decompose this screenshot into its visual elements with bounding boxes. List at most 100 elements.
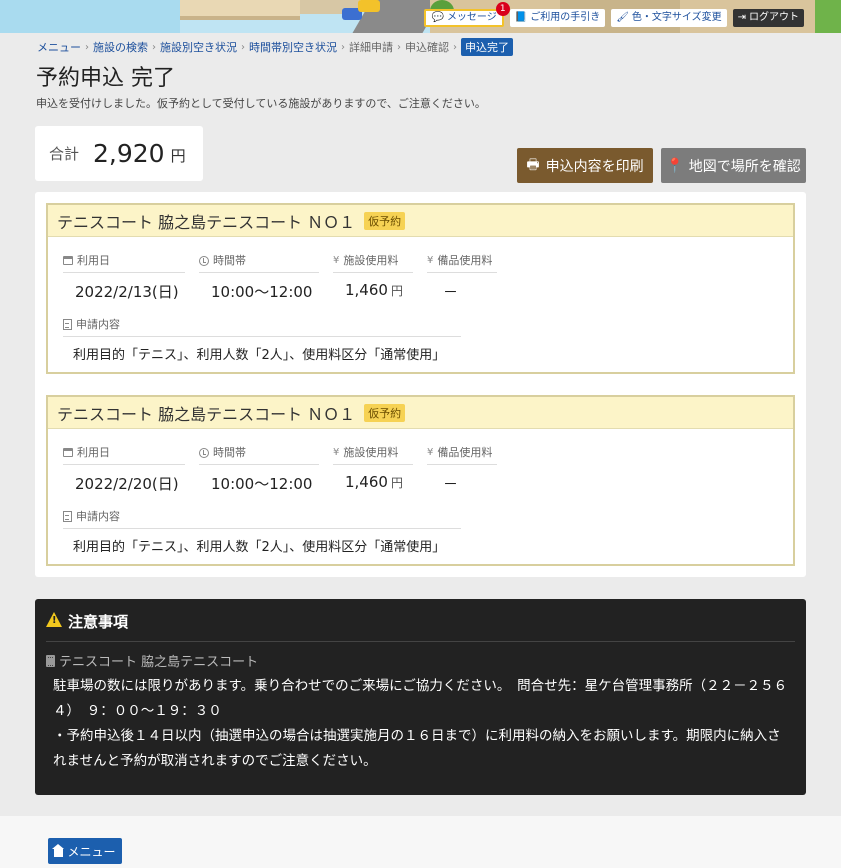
display-settings-label: 色・文字サイズ変更 xyxy=(631,12,722,23)
facility-fee-value: 1,460 xyxy=(345,281,388,299)
page-title: 予約申込 完了 xyxy=(36,66,175,91)
time-value: 10:00〜12:00 xyxy=(211,283,313,301)
messages-label: メッセージ xyxy=(446,12,497,23)
content-label: 申請内容 xyxy=(76,317,120,331)
document-icon xyxy=(63,319,72,330)
book-icon: 📘 xyxy=(514,12,528,23)
warning-icon xyxy=(46,612,62,627)
date-label: 利用日 xyxy=(77,253,110,267)
total-unit: 円 xyxy=(170,147,186,165)
breadcrumb-separator: › xyxy=(85,41,89,53)
print-label: 申込内容を印刷 xyxy=(545,158,644,175)
map-button[interactable]: 📍 地図で場所を確認 xyxy=(661,148,806,183)
breadcrumb-separator: › xyxy=(453,41,457,53)
calendar-icon xyxy=(63,448,73,457)
guide-label: ご利用の手引き xyxy=(530,12,601,23)
printer-icon: 🖶 xyxy=(526,156,540,173)
map-marker-icon: 📍 xyxy=(666,157,684,174)
facility-fee-label: 施設使用料 xyxy=(343,445,399,459)
reservation-card: テニスコート 脇之島テニスコート ＮＯ１ 仮予約 利用日 2022/2/20(日… xyxy=(46,395,795,566)
total-label: 合計 xyxy=(49,145,80,163)
clock-icon xyxy=(199,255,209,266)
equipment-fee-value: － xyxy=(443,283,459,301)
logout-label: ログアウト xyxy=(749,12,799,23)
building-icon xyxy=(46,654,55,667)
date-field: 利用日 2022/2/20(日) xyxy=(63,441,185,494)
facility-fee-label: 施設使用料 xyxy=(343,253,399,267)
footer xyxy=(0,816,841,868)
yen-icon: ¥ xyxy=(427,254,434,266)
logout-icon: ⇥ xyxy=(737,12,746,23)
date-value: 2022/2/20(日) xyxy=(75,475,179,493)
breadcrumb-time-availability[interactable]: 時間帯別空き状況 xyxy=(249,39,337,55)
banner-tree xyxy=(815,0,841,33)
equipment-fee-label: 備品使用料 xyxy=(437,253,493,267)
breadcrumb-facility-search[interactable]: 施設の検索 xyxy=(93,39,148,55)
yen-icon: ¥ xyxy=(333,254,340,266)
home-icon xyxy=(52,843,65,857)
time-field: 時間帯 10:00〜12:00 xyxy=(199,249,319,302)
breadcrumb-confirm: 申込確認 xyxy=(405,41,449,54)
messages-button[interactable]: 💬 メッセージ 1 xyxy=(424,2,510,27)
equipment-fee-value: － xyxy=(443,475,459,493)
notice-facility-name: テニスコート 脇之島テニスコート xyxy=(59,655,259,670)
yen-unit: 円 xyxy=(390,284,403,298)
breadcrumb-current: 申込完了 xyxy=(461,38,513,56)
banner-car xyxy=(358,0,380,12)
display-settings-button[interactable]: 🖌 色・文字サイズ変更 xyxy=(611,9,727,27)
total-box: 合計 2,920 円 xyxy=(35,126,203,181)
menu-label: メニュー xyxy=(67,844,116,859)
date-value: 2022/2/13(日) xyxy=(75,283,179,301)
yen-icon: ¥ xyxy=(333,446,340,458)
facility-fee-value: 1,460 xyxy=(345,473,388,491)
notice-facility: テニスコート 脇之島テニスコート xyxy=(46,651,258,670)
status-badge: 仮予約 xyxy=(364,403,406,422)
document-icon xyxy=(63,511,72,522)
breadcrumb-separator: › xyxy=(397,41,401,53)
notice-line: ・予約申込後１４日以内（抽選申込の場合は抽選実施月の１６日まで）に利用料の納入を… xyxy=(53,728,781,769)
top-nav: 💬 メッセージ 1 📘 ご利用の手引き 🖌 色・文字サイズ変更 ⇥ ログアウト xyxy=(424,2,804,27)
map-label: 地図で場所を確認 xyxy=(688,158,801,175)
date-label: 利用日 xyxy=(77,445,110,459)
menu-button[interactable]: メニュー xyxy=(48,838,122,864)
notice-body: 駐車場の数には限りがあります。乗り合わせでのご来場にご協力ください。 問合せ先：… xyxy=(53,674,793,774)
time-label: 時間帯 xyxy=(213,253,246,267)
facility-name: テニスコート 脇之島テニスコート ＮＯ１ xyxy=(57,404,356,424)
breadcrumb: メニュー › 施設の検索 › 施設別空き状況 › 時間帯別空き状況 › 詳細申請… xyxy=(37,38,513,56)
time-value: 10:00〜12:00 xyxy=(211,475,313,493)
banner-building xyxy=(180,0,300,20)
print-button[interactable]: 🖶 申込内容を印刷 xyxy=(517,148,653,183)
notice-panel: 注意事項 テニスコート 脇之島テニスコート 駐車場の数には限りがあります。乗り合… xyxy=(35,599,806,795)
page-subtitle: 申込を受付けしました。仮予約として受付している施設がありますので、ご注意ください… xyxy=(36,97,486,110)
time-label: 時間帯 xyxy=(213,445,246,459)
content-field: 申請内容 利用目的「テニス」、利用人数「2人」、使用料区分「通常使用」 xyxy=(63,505,461,555)
yen-unit: 円 xyxy=(390,476,403,490)
reservation-card-header: テニスコート 脇之島テニスコート ＮＯ１ 仮予約 xyxy=(48,397,793,429)
time-field: 時間帯 10:00〜12:00 xyxy=(199,441,319,494)
breadcrumb-menu[interactable]: メニュー xyxy=(37,39,81,55)
speech-bubble-icon: 💬 xyxy=(431,12,444,23)
yen-icon: ¥ xyxy=(427,446,434,458)
logout-button[interactable]: ⇥ ログアウト xyxy=(732,9,804,27)
reservation-card: テニスコート 脇之島テニスコート ＮＯ１ 仮予約 利用日 2022/2/13(日… xyxy=(46,203,795,374)
content-value: 利用目的「テニス」、利用人数「2人」、使用料区分「通常使用」 xyxy=(73,540,446,555)
facility-fee-field: ¥ 施設使用料 1,460 円 xyxy=(333,441,413,491)
reservation-list: テニスコート 脇之島テニスコート ＮＯ１ 仮予約 利用日 2022/2/13(日… xyxy=(35,192,806,577)
calendar-icon xyxy=(63,256,73,265)
total-amount: 2,920 xyxy=(93,139,165,168)
status-badge: 仮予約 xyxy=(364,211,406,230)
breadcrumb-separator: › xyxy=(341,41,345,53)
clock-icon xyxy=(199,447,209,458)
notice-title: 注意事項 xyxy=(68,613,129,631)
guide-button[interactable]: 📘 ご利用の手引き xyxy=(509,9,606,27)
brush-icon: 🖌 xyxy=(616,12,629,23)
date-field: 利用日 2022/2/13(日) xyxy=(63,249,185,302)
content-value: 利用目的「テニス」、利用人数「2人」、使用料区分「通常使用」 xyxy=(73,348,446,363)
breadcrumb-facility-availability[interactable]: 施設別空き状況 xyxy=(160,39,237,55)
notice-header: 注意事項 xyxy=(46,611,795,642)
content-label: 申請内容 xyxy=(76,509,120,523)
facility-fee-field: ¥ 施設使用料 1,460 円 xyxy=(333,249,413,299)
breadcrumb-separator: › xyxy=(152,41,156,53)
notice-line: 駐車場の数には限りがあります。乗り合わせでのご来場にご協力ください。 問合せ先：… xyxy=(53,678,788,719)
breadcrumb-detail-application: 詳細申請 xyxy=(349,41,393,54)
